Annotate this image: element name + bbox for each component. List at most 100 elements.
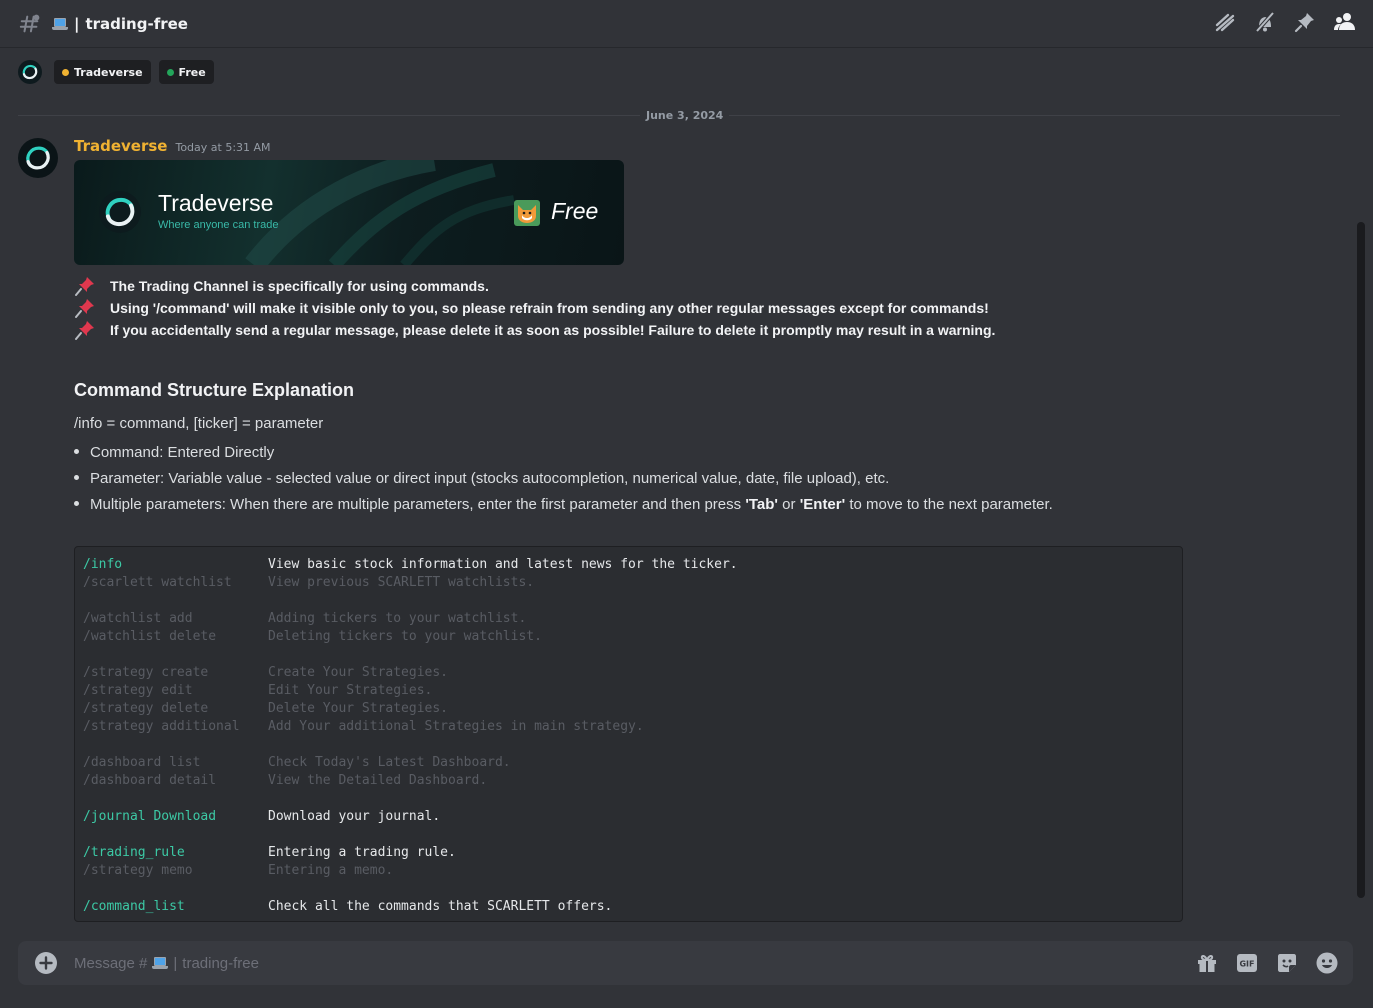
fox-icon [514, 200, 540, 226]
threads-icon[interactable] [1213, 10, 1237, 34]
command-description: Entering a trading rule. [268, 844, 456, 860]
list-item: Command: Entered Directly [74, 439, 1053, 465]
banner-subtitle: Where anyone can trade [158, 219, 279, 231]
banner-background [245, 160, 515, 265]
tag-tradeverse[interactable]: Tradeverse [54, 60, 151, 84]
command-row: /trading_rule Entering a trading rule. [75, 843, 1182, 861]
pin-icon[interactable] [1293, 10, 1317, 34]
code-spacer [75, 735, 1182, 753]
command-name: /scarlett watchlist [83, 574, 232, 590]
command-name: /strategy create [83, 664, 209, 680]
code-spacer [75, 825, 1182, 843]
author-avatar[interactable] [18, 138, 58, 178]
date-divider-label: June 3, 2024 [640, 109, 730, 122]
command-row: /watchlist add Adding tickers to your wat… [75, 609, 1182, 627]
command-row: /command_list Check all the commands that… [75, 897, 1182, 915]
command-row: /info View basic stock information and la… [75, 555, 1182, 573]
mute-bell-icon[interactable] [1253, 10, 1277, 34]
banner-title: Tradeverse [158, 190, 274, 216]
tag-label: Tradeverse [74, 65, 143, 79]
command-description: Add Your additional Strategies in main s… [268, 718, 644, 734]
author-name[interactable]: Tradeverse [74, 137, 167, 155]
command-row: /strategy memo Entering a memo. [75, 861, 1182, 879]
sticker-icon[interactable] [1275, 951, 1299, 975]
plus-circle-icon [35, 952, 57, 974]
gif-icon[interactable]: GIF [1235, 951, 1259, 975]
command-row: /dashboard list Check Today's Latest Dash… [75, 753, 1182, 771]
list-item-text-mid: or [778, 495, 800, 513]
channel-separator: | [74, 14, 80, 33]
command-name: /trading_rule [83, 844, 185, 860]
command-description: Deleting tickers to your watchlist. [268, 628, 542, 644]
placeholder-prefix: Message # [74, 954, 148, 972]
tag-dot [166, 68, 174, 76]
tag-dot [62, 68, 69, 76]
key-tab: 'Tab' [745, 495, 779, 513]
pushpin-icon [74, 319, 96, 341]
header-toolbar [1213, 10, 1357, 34]
command-name: /watchlist delete [83, 628, 217, 644]
rule-text: Using '/command' will make it visible on… [110, 300, 989, 316]
bullet-icon [74, 496, 90, 513]
channel-rules: The Trading Channel is specifically for … [74, 275, 995, 341]
section-heading: Command Structure Explanation [74, 380, 355, 400]
banner-badge: Free [551, 198, 599, 224]
channel-header: | trading-free [0, 0, 1373, 48]
code-spacer [75, 591, 1182, 609]
command-row: /dashboard detail View the Detailed Dashb… [75, 771, 1182, 789]
command-code-block: /info View basic stock information and la… [74, 546, 1183, 922]
rule-text: The Trading Channel is specifically for … [110, 278, 489, 294]
svg-text:GIF: GIF [1239, 960, 1254, 969]
placeholder-channel: trading-free [182, 954, 259, 972]
gift-icon[interactable] [1195, 951, 1219, 975]
command-description: Adding tickers to your watchlist. [268, 610, 527, 626]
command-description: Edit Your Strategies. [268, 682, 433, 698]
rule-line: If you accidentally send a regular messa… [74, 319, 995, 341]
command-row: /strategy delete Delete Your Strategies. [75, 699, 1182, 717]
command-name: /dashboard list [83, 754, 201, 770]
command-name: /strategy delete [83, 700, 209, 716]
list-item-text-post: to move to the next parameter. [845, 495, 1053, 513]
channel-title: | trading-free [52, 15, 188, 33]
laptop-icon [152, 957, 169, 969]
command-description: Download your journal. [268, 808, 441, 824]
command-description: View basic stock information and latest … [268, 556, 738, 572]
command-row: /watchlist delete Deleting tickers to you… [75, 627, 1182, 645]
command-name: /strategy memo [83, 862, 193, 878]
placeholder-separator: | [173, 954, 178, 972]
channel-name: trading-free [85, 14, 188, 33]
emoji-icon[interactable] [1315, 951, 1339, 975]
pushpin-icon [74, 275, 96, 297]
command-description: Delete Your Strategies. [268, 700, 449, 716]
command-name: /dashboard detail [83, 772, 217, 788]
command-description: View previous SCARLETT watchlists. [268, 574, 535, 590]
definition-line: /info = command, [ticker] = parameter [74, 415, 324, 432]
message-timestamp: Today at 5:31 AM [175, 141, 271, 154]
command-description: Check Today's Latest Dashboard. [268, 754, 511, 770]
laptop-icon [52, 17, 68, 30]
scrollbar-thumb[interactable] [1357, 222, 1365, 898]
command-row: /strategy create Create Your Strategies. [75, 663, 1182, 681]
post-tags: Tradeverse Free [18, 60, 214, 84]
command-row: /journal Download Download your journal. [75, 807, 1182, 825]
bullet-icon [74, 470, 90, 487]
rule-line: Using '/command' will make it visible on… [74, 297, 995, 319]
command-description: Entering a memo. [268, 862, 394, 878]
rule-text: If you accidentally send a regular messa… [110, 322, 996, 338]
list-item-text: Command: Entered Directly [90, 443, 275, 461]
command-description: View the Detailed Dashboard. [268, 772, 488, 788]
list-item: Multiple parameters: When there are mult… [74, 491, 1053, 517]
bullet-icon [74, 444, 90, 461]
text-channel-icon [18, 12, 42, 36]
code-spacer [75, 879, 1182, 897]
list-item-text-pre: Multiple parameters: When there are mult… [90, 495, 746, 513]
tag-free[interactable]: Free [158, 60, 214, 84]
message-input[interactable]: Message # | trading-free [74, 955, 1353, 972]
add-attachment-button[interactable] [34, 951, 58, 975]
command-name: /journal Download [83, 808, 217, 824]
members-icon[interactable] [1333, 10, 1357, 34]
command-description: Create Your Strategies. [268, 664, 449, 680]
tradeverse-banner-image[interactable]: Tradeverse Where anyone can trade Free [74, 160, 624, 265]
code-spacer [75, 789, 1182, 807]
composer-toolbar: GIF [1195, 951, 1339, 975]
